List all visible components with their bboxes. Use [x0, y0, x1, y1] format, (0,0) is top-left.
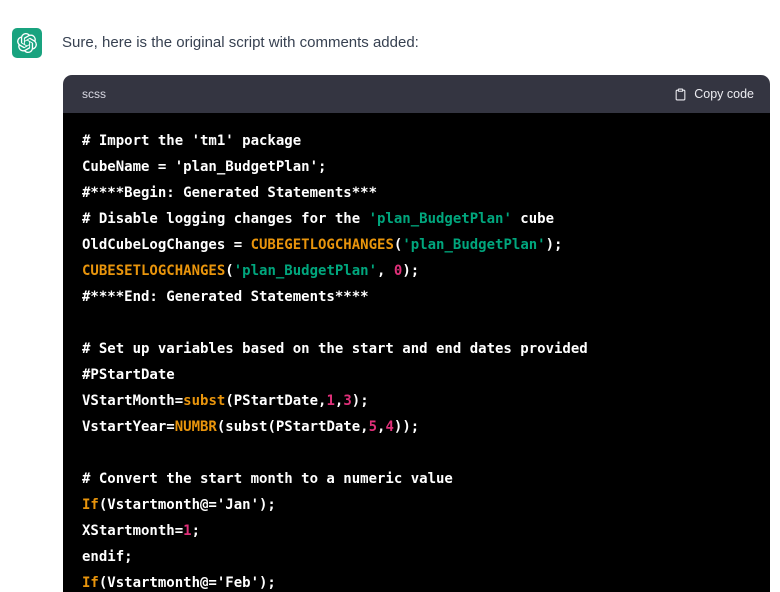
code-content: # Import the 'tm1' package CubeName = 'pl…: [63, 113, 770, 592]
code-line: OldCubeLogChanges = CUBEGETLOGCHANGES('p…: [82, 237, 563, 253]
code-line: VStartMonth=subst(PStartDate,1,3);: [82, 393, 369, 409]
code-line: # Set up variables based on the start an…: [82, 341, 588, 357]
code-line: #PStartDate: [82, 367, 175, 383]
code-line: # Disable logging changes for the 'plan_…: [82, 211, 555, 227]
code-line: If(Vstartmonth@='Jan');: [82, 497, 276, 513]
code-line: XStartmonth=1;: [82, 523, 201, 539]
code-line: # Convert the start month to a numeric v…: [82, 471, 453, 487]
code-line: #****End: Generated Statements****: [82, 289, 369, 305]
openai-logo-icon: [17, 33, 37, 53]
copy-code-label: Copy code: [694, 87, 754, 101]
code-line: If(Vstartmonth@='Feb');: [82, 575, 276, 591]
code-line: #****Begin: Generated Statements***: [82, 185, 378, 201]
code-block: scss Copy code # Import the 'tm1' packag…: [63, 75, 770, 592]
code-line: VstartYear=NUMBR(subst(PStartDate,5,4));: [82, 419, 420, 435]
code-line: CUBESETLOGCHANGES('plan_BudgetPlan', 0);: [82, 263, 420, 279]
copy-code-button[interactable]: Copy code: [674, 87, 754, 102]
code-language-label: scss: [82, 87, 106, 101]
chatgpt-avatar: [12, 28, 42, 58]
code-line: # Import the 'tm1' package: [82, 133, 302, 149]
code-block-header: scss Copy code: [63, 75, 770, 113]
clipboard-icon: [674, 87, 687, 102]
assistant-message-text: Sure, here is the original script with c…: [62, 34, 419, 51]
code-line: CubeName = 'plan_BudgetPlan';: [82, 159, 327, 175]
code-line: endif;: [82, 549, 133, 565]
